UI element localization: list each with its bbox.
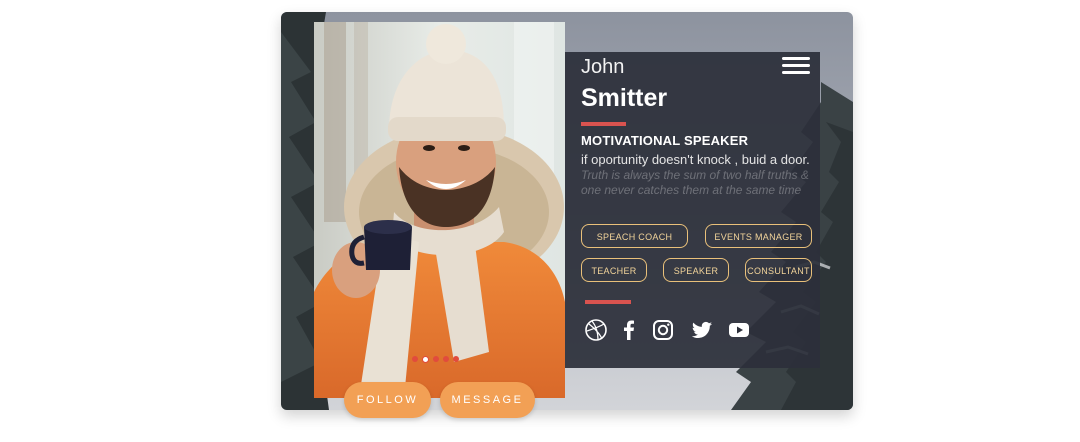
carousel-dot[interactable]: [433, 356, 439, 362]
role-title: MOTIVATIONAL SPEAKER: [581, 133, 749, 148]
tag-speaker[interactable]: SPEAKER: [663, 258, 729, 282]
carousel-dot[interactable]: [412, 356, 418, 362]
hamburger-menu-icon[interactable]: [782, 57, 812, 79]
twitter-icon[interactable]: [690, 318, 714, 342]
follow-button[interactable]: FOLLOW: [344, 382, 431, 418]
accent-divider-bottom: [585, 300, 631, 304]
accent-divider: [581, 122, 626, 126]
profile-photo: [314, 22, 565, 398]
carousel-dot-active[interactable]: [422, 356, 429, 363]
carousel-dots: [412, 356, 459, 363]
message-button[interactable]: MESSAGE: [440, 382, 535, 418]
tag-events-manager[interactable]: EVENTS MANAGER: [705, 224, 812, 248]
tag-teacher[interactable]: TEACHER: [581, 258, 647, 282]
tag-speach-coach[interactable]: SPEACH COACH: [581, 224, 688, 248]
first-name: John: [581, 56, 625, 78]
last-name: Smitter: [581, 84, 668, 112]
dribbble-icon[interactable]: [584, 318, 608, 342]
instagram-icon[interactable]: [651, 318, 675, 342]
quote-text: if oportunity doesn't knock , buid a doo…: [581, 152, 810, 167]
youtube-icon[interactable]: [727, 318, 751, 342]
tag-consultant[interactable]: CONSULTANT: [745, 258, 812, 282]
facebook-icon[interactable]: [617, 318, 641, 342]
info-panel: John Smitter MOTIVATIONAL SPEAKER if opo…: [565, 52, 820, 368]
carousel-dot[interactable]: [443, 356, 449, 362]
carousel-dot[interactable]: [453, 356, 459, 362]
quote-faded-text: Truth is always the sum of two half trut…: [581, 168, 809, 197]
